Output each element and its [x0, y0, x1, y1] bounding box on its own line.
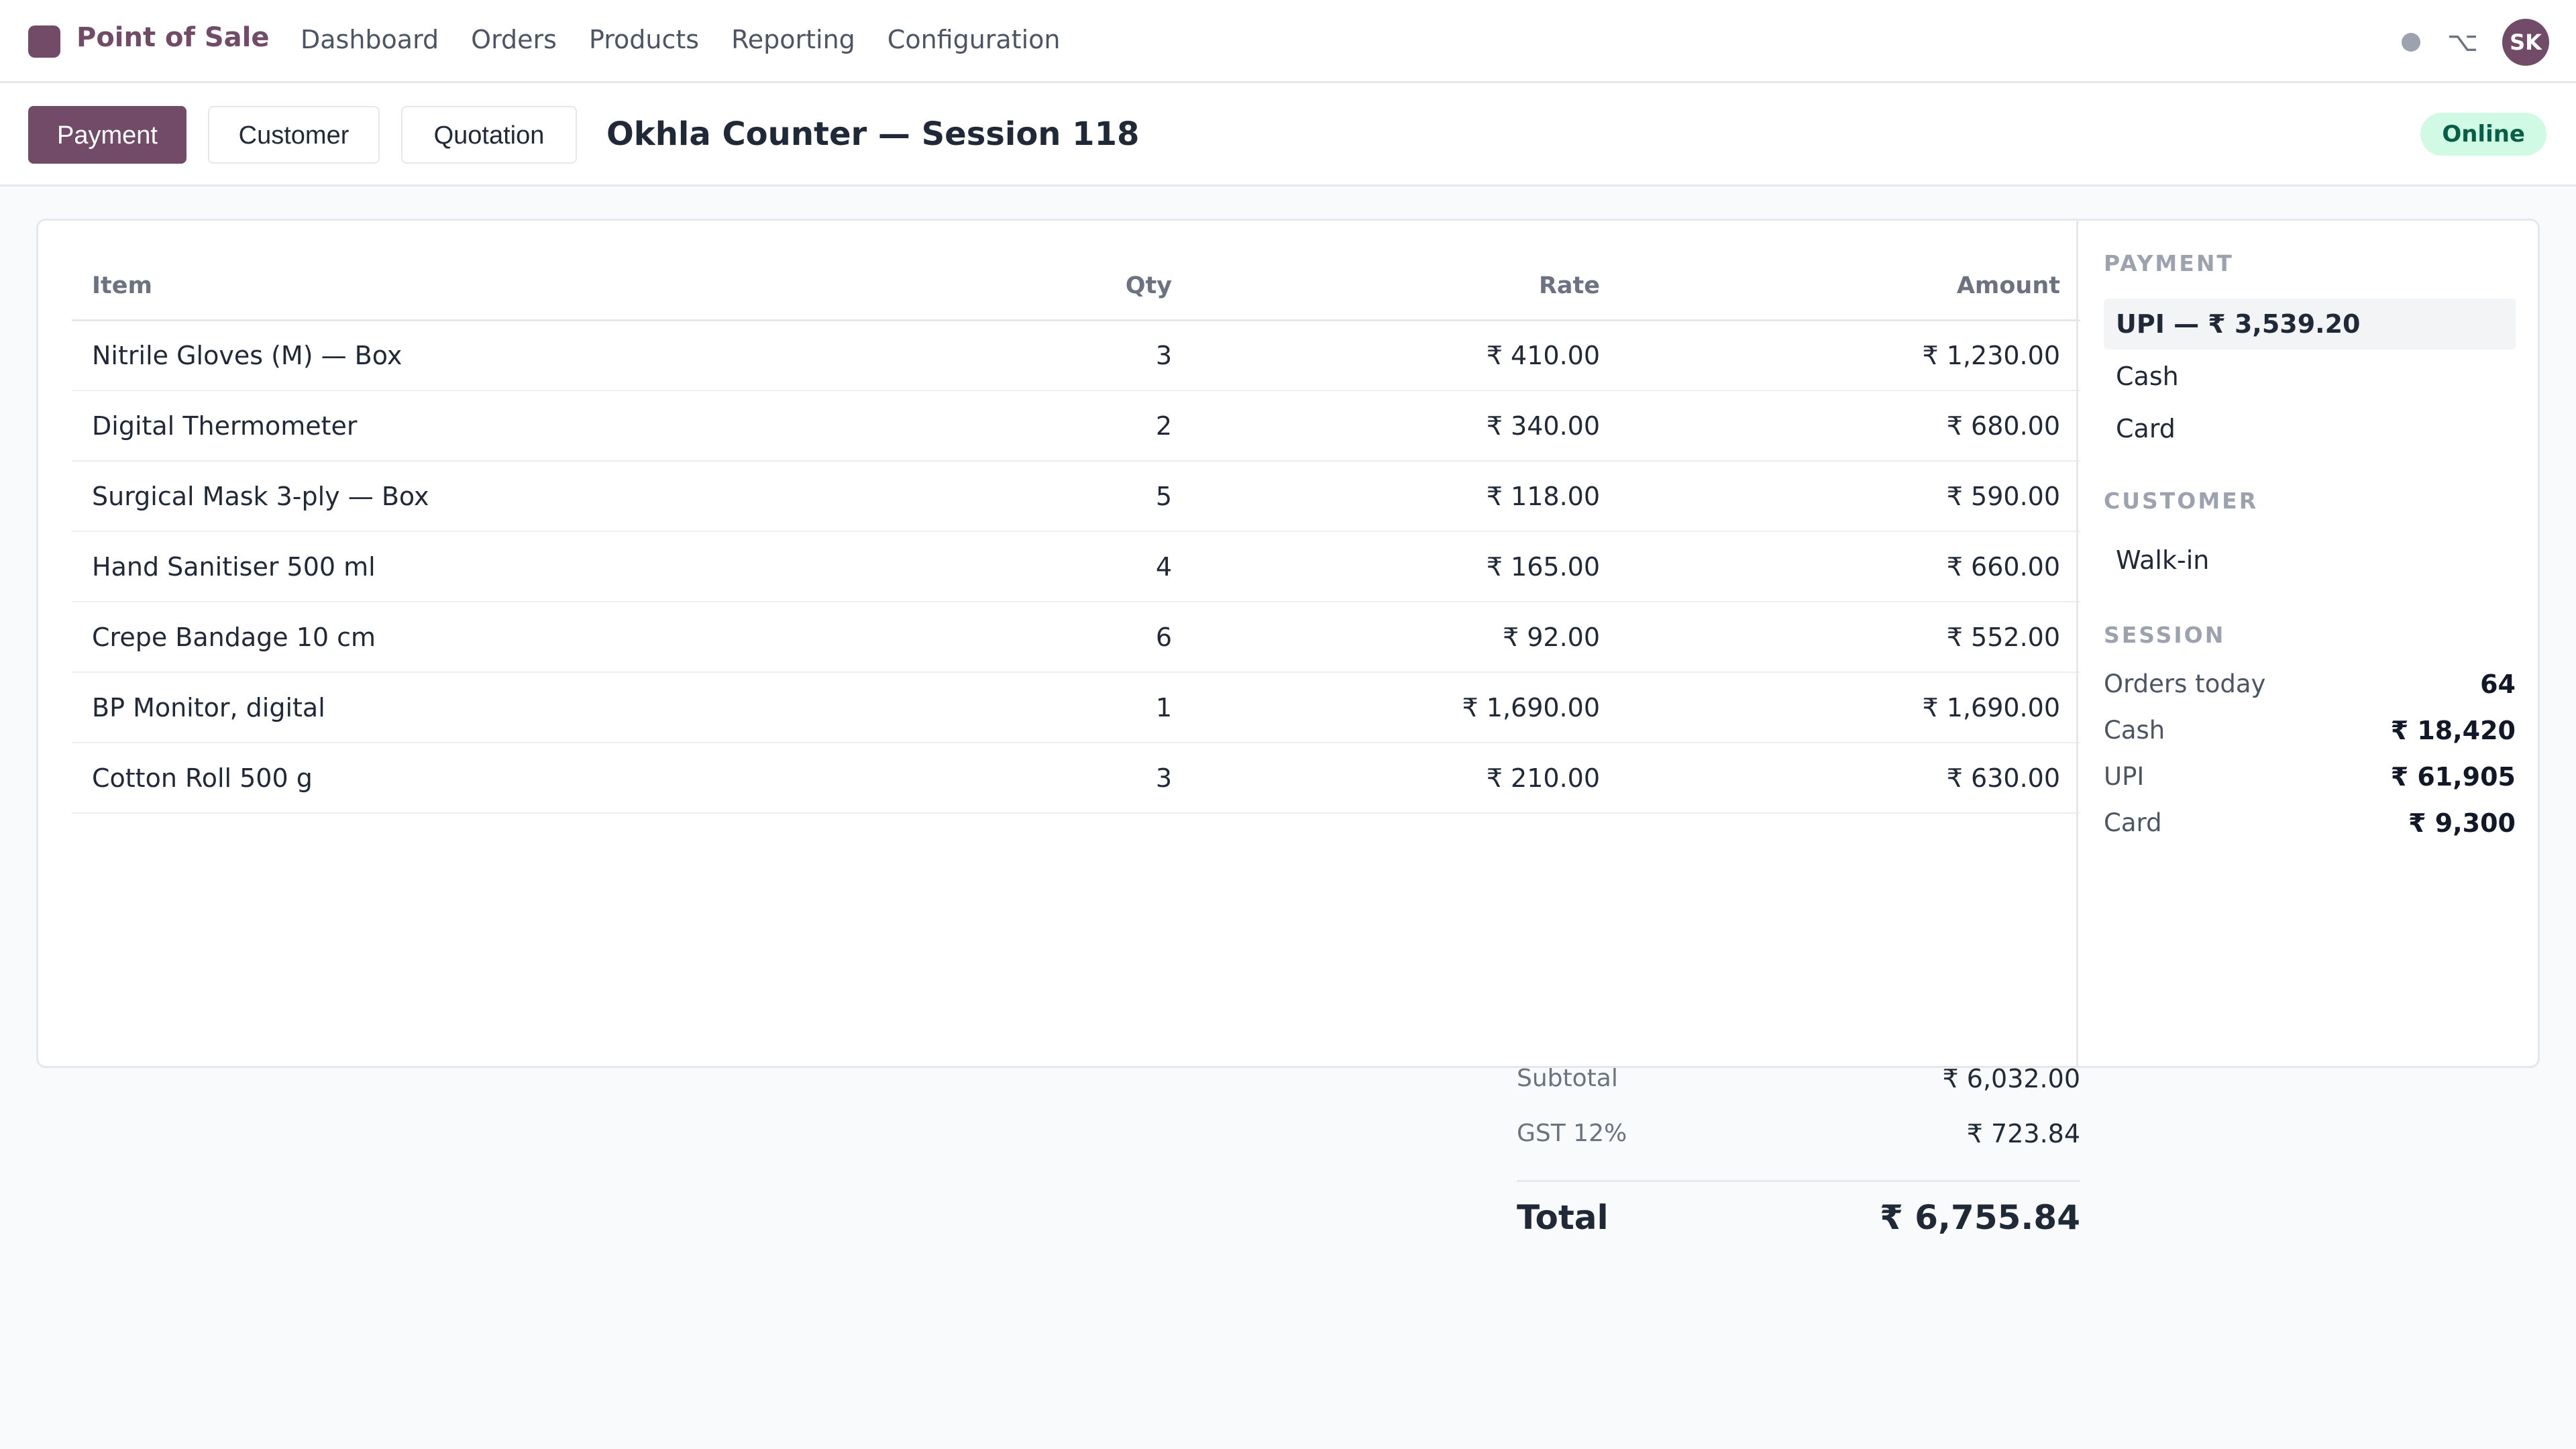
control-bar: Payment Customer Quotation Okhla Counter…: [0, 83, 2576, 186]
line-item-rate: ₹ 410.00: [1192, 320, 1620, 391]
order-lines-table: Item Qty Rate Amount Nitrile Gloves (M) …: [72, 253, 2080, 814]
table-row[interactable]: Hand Sanitiser 500 ml 4 ₹ 165.00 ₹ 660.0…: [72, 531, 2080, 602]
top-navbar: Point of Sale Dashboard Orders Products …: [0, 0, 2576, 83]
line-item-amount: ₹ 630.00: [1620, 743, 2080, 814]
gst-value: ₹ 723.84: [1966, 1119, 2080, 1148]
line-item-qty: 4: [930, 531, 1192, 602]
app-logo-icon[interactable]: [28, 25, 60, 58]
table-row[interactable]: Cotton Roll 500 g 3 ₹ 210.00 ₹ 630.00: [72, 743, 2080, 814]
subtotal-row: Subtotal ₹ 6,032.00: [1517, 1061, 2080, 1097]
table-row[interactable]: Crepe Bandage 10 cm 6 ₹ 92.00 ₹ 552.00: [72, 602, 2080, 673]
main-menu: Dashboard Orders Products Reporting Conf…: [301, 23, 1093, 56]
line-item-amount: ₹ 590.00: [1620, 461, 2080, 532]
total-row: Total ₹ 6,755.84: [1517, 1193, 2080, 1242]
nav-item-products[interactable]: Products: [589, 23, 699, 56]
payment-option-card[interactable]: Card: [2104, 403, 2516, 454]
nav-item-configuration[interactable]: Configuration: [888, 23, 1061, 56]
order-card: Item Qty Rate Amount Nitrile Gloves (M) …: [36, 219, 2540, 1237]
session-title: Okhla Counter — Session 118: [606, 115, 1140, 153]
session-stat-orders-today: Orders today 64: [2104, 667, 2516, 701]
line-item-name: Crepe Bandage 10 cm: [72, 602, 930, 673]
gst-label: GST 12%: [1517, 1120, 1627, 1147]
total-value: ₹ 6,755.84: [1880, 1198, 2080, 1237]
stat-value: ₹ 9,300: [2408, 808, 2516, 838]
totals-divider: [1517, 1180, 2080, 1182]
stat-value: 64: [2480, 669, 2516, 699]
column-header-rate: Rate: [1192, 253, 1620, 321]
column-header-qty: Qty: [930, 253, 1192, 321]
line-item-name: Hand Sanitiser 500 ml: [72, 531, 930, 602]
order-lines-pane: Item Qty Rate Amount Nitrile Gloves (M) …: [38, 221, 2080, 1237]
line-item-rate: ₹ 210.00: [1192, 743, 1620, 814]
table-row[interactable]: Nitrile Gloves (M) — Box 3 ₹ 410.00 ₹ 1,…: [72, 320, 2080, 391]
payment-button[interactable]: Payment: [28, 106, 186, 164]
customer-walk-in[interactable]: Walk-in: [2104, 535, 2516, 586]
navbar-actions: ⌥ SK: [2401, 19, 2549, 66]
quotation-button[interactable]: Quotation: [401, 106, 577, 164]
line-item-amount: ₹ 680.00: [1620, 390, 2080, 462]
table-header-row: Item Qty Rate Amount: [72, 253, 2080, 321]
line-item-qty: 5: [930, 461, 1192, 532]
customer-section-title: CUSTOMER: [2104, 488, 2259, 514]
stat-value: ₹ 18,420: [2390, 716, 2516, 745]
gst-row: GST 12% ₹ 723.84: [1517, 1116, 2080, 1152]
line-item-rate: ₹ 1,690.00: [1192, 672, 1620, 743]
session-section-title: SESSION: [2104, 622, 2226, 648]
line-item-qty: 1: [930, 672, 1192, 743]
line-item-name: BP Monitor, digital: [72, 672, 930, 743]
line-item-qty: 3: [930, 320, 1192, 391]
line-item-amount: ₹ 1,230.00: [1620, 320, 2080, 391]
payment-section-title: PAYMENT: [2104, 250, 2234, 276]
line-item-name: Digital Thermometer: [72, 390, 930, 462]
stat-label: UPI: [2104, 762, 2145, 791]
line-item-rate: ₹ 118.00: [1192, 461, 1620, 532]
line-item-name: Cotton Roll 500 g: [72, 743, 930, 814]
line-item-name: Surgical Mask 3-ply — Box: [72, 461, 930, 532]
line-item-qty: 2: [930, 390, 1192, 462]
status-badge: Online: [2420, 113, 2546, 156]
line-item-amount: ₹ 660.00: [1620, 531, 2080, 602]
payment-option-cash[interactable]: Cash: [2104, 351, 2516, 402]
payment-option-upi[interactable]: UPI — ₹ 3,539.20: [2104, 299, 2516, 350]
session-stat-upi: UPI ₹ 61,905: [2104, 760, 2516, 794]
user-avatar[interactable]: SK: [2502, 19, 2549, 66]
subtotal-value: ₹ 6,032.00: [1942, 1064, 2080, 1093]
table-row[interactable]: BP Monitor, digital 1 ₹ 1,690.00 ₹ 1,690…: [72, 672, 2080, 743]
table-row[interactable]: Surgical Mask 3-ply — Box 5 ₹ 118.00 ₹ 5…: [72, 461, 2080, 532]
customer-button[interactable]: Customer: [208, 106, 380, 164]
table-row[interactable]: Digital Thermometer 2 ₹ 340.00 ₹ 680.00: [72, 390, 2080, 462]
session-stat-cash: Cash ₹ 18,420: [2104, 714, 2516, 747]
column-header-amount: Amount: [1620, 253, 2080, 321]
subtotal-label: Subtotal: [1517, 1065, 1618, 1092]
column-header-item: Item: [72, 253, 930, 321]
line-item-rate: ₹ 92.00: [1192, 602, 1620, 673]
line-item-rate: ₹ 340.00: [1192, 390, 1620, 462]
line-item-name: Nitrile Gloves (M) — Box: [72, 320, 930, 391]
line-item-amount: ₹ 1,690.00: [1620, 672, 2080, 743]
stat-label: Cash: [2104, 716, 2165, 745]
nav-item-orders[interactable]: Orders: [471, 23, 557, 56]
line-item-rate: ₹ 165.00: [1192, 531, 1620, 602]
nav-item-dashboard[interactable]: Dashboard: [301, 23, 439, 56]
line-item-qty: 3: [930, 743, 1192, 814]
order-sidebar: PAYMENT UPI — ₹ 3,539.20 Cash Card CUSTO…: [2076, 221, 2538, 1066]
shortcut-icon[interactable]: ⌥: [2447, 29, 2478, 56]
line-item-qty: 6: [930, 602, 1192, 673]
app-title[interactable]: Point of Sale: [76, 20, 269, 55]
stat-label: Card: [2104, 808, 2162, 837]
stat-label: Orders today: [2104, 669, 2266, 698]
status-dot-icon[interactable]: [2401, 33, 2420, 52]
line-item-amount: ₹ 552.00: [1620, 602, 2080, 673]
total-label: Total: [1517, 1198, 1609, 1237]
session-stat-card: Card ₹ 9,300: [2104, 806, 2516, 840]
stat-value: ₹ 61,905: [2390, 762, 2516, 792]
nav-item-reporting[interactable]: Reporting: [731, 23, 855, 56]
